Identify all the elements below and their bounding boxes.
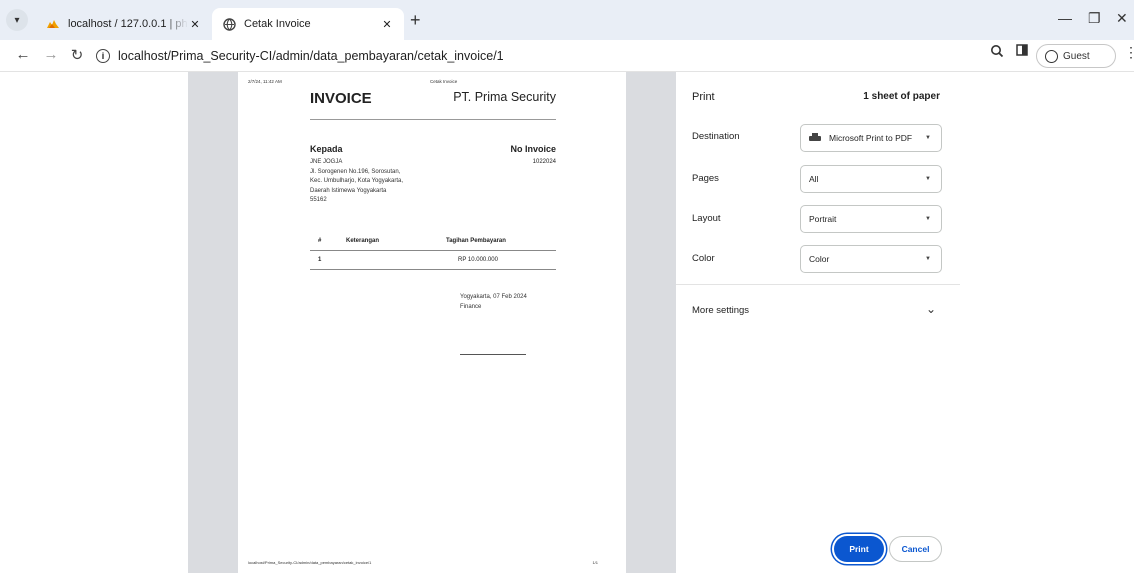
tab-title: Cetak Invoice — [244, 18, 311, 30]
table-header: Tagihan Pembayaran — [446, 238, 506, 244]
signature-line — [460, 354, 526, 355]
side-panel-icon[interactable] — [1016, 44, 1028, 59]
close-window-icon[interactable]: ✕ — [1116, 10, 1128, 27]
table-cell: 1 — [318, 257, 322, 263]
address-line: Kec. Umbulharjo, Kota Yogyakarta, — [310, 178, 404, 184]
divider — [310, 119, 556, 120]
place-date: Yogyakarta, 07 Feb 2024 — [460, 294, 527, 300]
table-header: Keterangan — [346, 238, 380, 244]
address-line: Daerah Istimewa Yogyakarta — [310, 187, 387, 194]
preview-page: 2/7/24, 11:42 AM Cetak Invoice INVOICE P… — [238, 72, 626, 573]
table-header-row: # Keterangan Tagihan Pembayaran — [310, 232, 556, 251]
info-icon[interactable]: i — [96, 49, 110, 63]
tab-cetak-invoice[interactable]: Cetak Invoice ✕ — [212, 8, 404, 40]
profile-icon — [1045, 49, 1058, 63]
chevron-down-icon[interactable]: ⌄ — [926, 302, 936, 316]
zoom-icon[interactable] — [990, 44, 1004, 61]
tab-title: localhost / 127.0.0.1 | phpMyAdmin — [68, 18, 188, 30]
recipient-name: JNE JOGJA — [310, 159, 343, 165]
invoice-title: INVOICE — [310, 90, 372, 107]
page-footer-url: localhost/Prima_Security-CI/admin/data_p… — [248, 560, 372, 565]
invoice-number-label: No Invoice — [510, 144, 556, 154]
page-footer-number: 1/1 — [592, 560, 598, 565]
browser-toolbar: ← → ↻ i localhost/Prima_Security-CI/admi… — [0, 40, 1134, 72]
url-text: localhost/Prima_Security-CI/admin/data_p… — [118, 49, 504, 63]
pages-label: Pages — [692, 173, 719, 184]
printer-icon — [809, 133, 821, 143]
company-name: PT. Prima Security — [453, 90, 556, 104]
layout-label: Layout — [692, 213, 721, 224]
arrow-left-icon[interactable]: ← — [14, 46, 32, 63]
destination-value: Microsoft Print to PDF — [829, 133, 913, 143]
table-cell: RP 10.000.000 — [458, 257, 498, 263]
close-icon[interactable]: ✕ — [380, 18, 394, 31]
divider — [676, 284, 960, 285]
print-button[interactable]: Print — [834, 536, 884, 562]
address-line: 55162 — [310, 197, 327, 203]
tab-search-button[interactable]: ▾ — [6, 9, 28, 31]
destination-select[interactable]: Microsoft Print to PDF ▼ — [800, 124, 942, 152]
kebab-menu-icon[interactable]: ⋮ — [1124, 44, 1134, 61]
color-select[interactable]: Color ▼ — [800, 245, 942, 273]
restore-icon[interactable]: ❐ — [1088, 10, 1101, 27]
minimize-icon[interactable]: — — [1058, 10, 1072, 26]
color-label: Color — [692, 253, 715, 264]
phpmyadmin-icon — [46, 17, 60, 31]
profile-button[interactable]: Guest — [1036, 44, 1116, 68]
table-row: 1 RP 10.000.000 — [310, 251, 556, 270]
invoice-table: # Keterangan Tagihan Pembayaran 1 RP 10.… — [310, 232, 556, 270]
tab-phpmyadmin[interactable]: localhost / 127.0.0.1 | phpMyAdmin ✕ — [36, 8, 212, 40]
invoice-number-value: 1022024 — [532, 159, 556, 165]
dropdown-caret-icon: ▼ — [925, 176, 931, 182]
cancel-button[interactable]: Cancel — [889, 536, 942, 562]
globe-icon — [222, 17, 236, 31]
color-value: Color — [809, 254, 830, 264]
signer-role: Finance — [460, 304, 482, 310]
pages-select[interactable]: All ▼ — [800, 165, 942, 193]
chevron-down-icon: ▾ — [14, 14, 20, 26]
dropdown-caret-icon: ▼ — [925, 135, 931, 141]
dropdown-caret-icon: ▼ — [925, 256, 931, 262]
print-preview-area[interactable]: 2/7/24, 11:42 AM Cetak Invoice INVOICE P… — [188, 72, 676, 573]
sheet-count: 1 sheet of paper — [863, 91, 940, 102]
arrow-right-icon[interactable]: → — [42, 46, 60, 63]
print-settings-panel: Print 1 sheet of paper Destination Micro… — [676, 72, 960, 573]
page-header-date: 2/7/24, 11:42 AM — [248, 79, 282, 84]
destination-label: Destination — [692, 131, 740, 142]
table-header: # — [318, 238, 322, 244]
dropdown-caret-icon: ▼ — [925, 216, 931, 222]
print-title: Print — [692, 91, 715, 103]
address-line: Jl. Sorogenen No.196, Sorosutan, — [310, 168, 401, 175]
layout-select[interactable]: Portrait ▼ — [800, 205, 942, 233]
to-label: Kepada — [310, 144, 343, 154]
reload-icon[interactable]: ↻ — [68, 46, 86, 64]
layout-value: Portrait — [809, 214, 837, 224]
pages-value: All — [809, 174, 819, 184]
profile-label: Guest — [1063, 50, 1090, 62]
close-icon[interactable]: ✕ — [188, 18, 202, 31]
address-bar[interactable]: i localhost/Prima_Security-CI/admin/data… — [96, 44, 1002, 68]
new-tab-button[interactable]: + — [410, 11, 421, 29]
browser-tab-bar: ▾ localhost / 127.0.0.1 | phpMyAdmin ✕ C… — [0, 0, 1134, 40]
page-header-title: Cetak Invoice — [430, 79, 458, 84]
more-settings-toggle[interactable]: More settings — [692, 305, 749, 316]
recipient-address: JNE JOGJA Jl. Sorogenen No.196, Sorosuta… — [310, 158, 403, 206]
